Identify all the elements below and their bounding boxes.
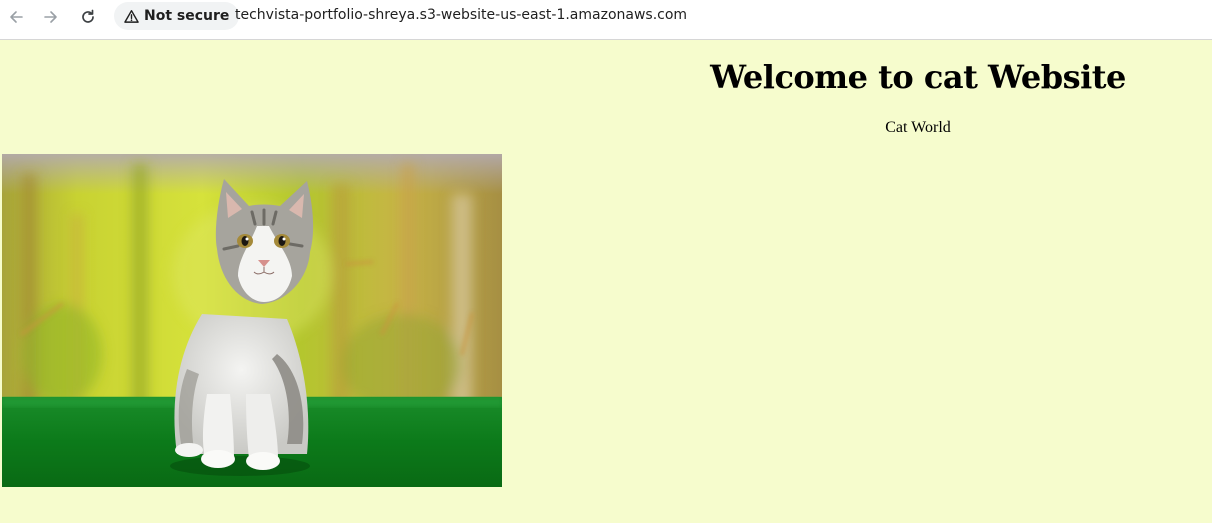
arrow-left-icon (10, 11, 23, 23)
arrow-right-icon (44, 11, 57, 23)
back-button[interactable] (4, 6, 28, 28)
browser-toolbar: Not secure techvista-portfolio-shreya.s3… (0, 0, 1212, 40)
page-subheading: Cat World (885, 119, 951, 136)
security-label: Not secure (144, 8, 230, 24)
kitten-photo (2, 154, 502, 487)
address-bar-url[interactable]: techvista-portfolio-shreya.s3-website-us… (235, 7, 687, 23)
forward-button[interactable] (39, 6, 63, 28)
warning-icon (124, 9, 139, 23)
page-heading: Welcome to cat Website (710, 58, 1126, 96)
security-indicator[interactable]: Not secure (114, 2, 240, 30)
reload-icon (82, 9, 94, 23)
reload-button[interactable] (76, 6, 100, 28)
